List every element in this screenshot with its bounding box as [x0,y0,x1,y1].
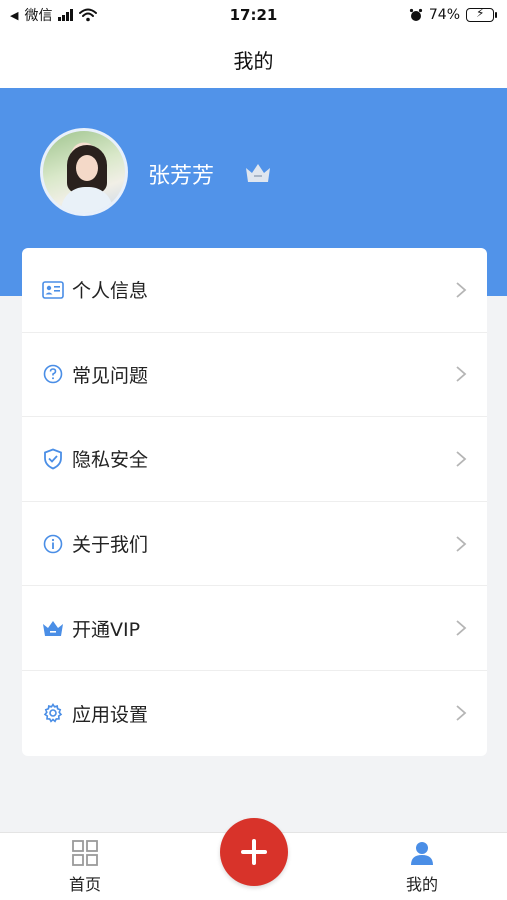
user-avatar[interactable] [40,128,128,216]
username: 张芳芳 [148,164,215,189]
grid-icon [72,840,98,866]
nav-me-label: 我的 [405,875,438,894]
page-title: 我的 [233,48,274,73]
chevron-right-icon [456,620,467,636]
gear-icon [42,702,64,724]
menu-item-label: 关于我们 [72,534,149,557]
menu-item-about-us[interactable]: 关于我们 [22,502,487,587]
shield-check-icon [42,448,64,470]
crown-icon [246,164,270,182]
menu-item-app-settings[interactable]: 应用设置 [22,671,487,756]
menu-item-label: 开通VIP [72,618,141,641]
battery-icon: ⚡ [466,6,497,22]
back-triangle-icon[interactable]: ◀ [10,9,18,22]
menu-item-personal-info[interactable]: 个人信息 [22,248,487,333]
chevron-right-icon [456,705,467,721]
status-bar-left: ◀ 微信 [10,5,98,25]
nav-home-label: 首页 [68,875,101,894]
chevron-right-icon [456,451,467,467]
menu-item-label: 个人信息 [72,280,149,303]
question-circle-icon [42,363,64,385]
user-icon [411,842,433,865]
chevron-right-icon [456,282,467,298]
status-bar: ◀ 微信 17:21 74% ⚡ [0,0,507,30]
menu-item-faq[interactable]: 常见问题 [22,333,487,418]
wifi-icon [79,8,98,22]
chevron-right-icon [456,535,467,552]
nav-home[interactable]: 首页 [45,839,125,895]
title-bar: 我的 [0,30,507,88]
battery-percent: 74% [428,7,460,23]
info-circle-icon [42,533,64,555]
menu-item-label: 隐私安全 [72,449,149,472]
chevron-right-icon [456,366,467,383]
menu-card: 个人信息 常见问题 隐私安全 关于我们 开通VIP 应用设置 [22,248,487,756]
nav-me[interactable]: 我的 [382,839,462,895]
add-button[interactable] [220,818,288,886]
crown-icon [42,617,64,639]
status-bar-right: 74% ⚡ [409,6,497,23]
menu-item-label: 常见问题 [72,364,149,387]
plus-icon [241,839,267,865]
menu-item-privacy-security[interactable]: 隐私安全 [22,417,487,502]
menu-item-open-vip[interactable]: 开通VIP [22,586,487,671]
back-app-label[interactable]: 微信 [24,5,52,25]
id-card-icon [42,279,64,301]
signal-icon [58,9,74,21]
alarm-icon [409,8,422,21]
menu-item-label: 应用设置 [72,703,149,726]
